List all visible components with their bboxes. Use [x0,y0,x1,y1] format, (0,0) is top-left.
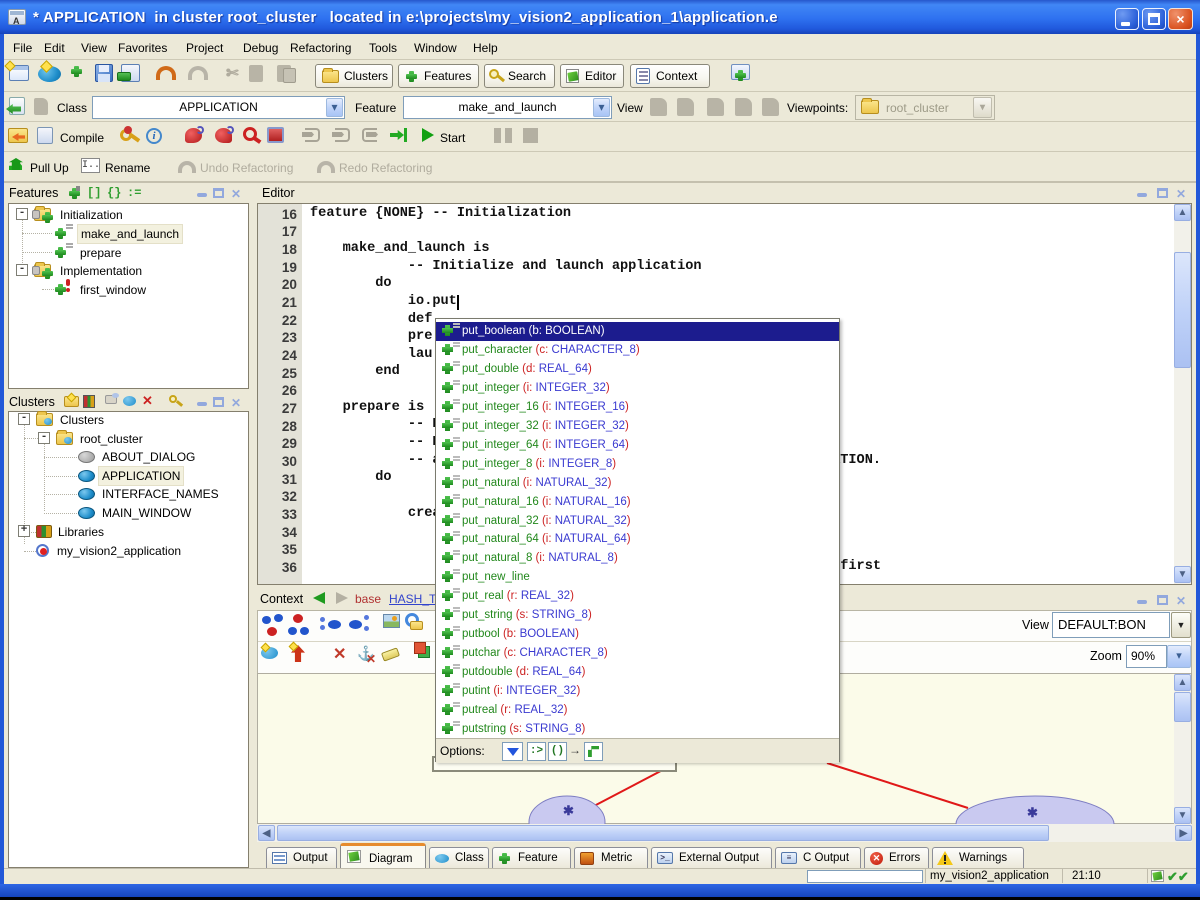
svg-text:✱: ✱ [563,803,574,818]
svg-text:✱: ✱ [1027,805,1038,820]
